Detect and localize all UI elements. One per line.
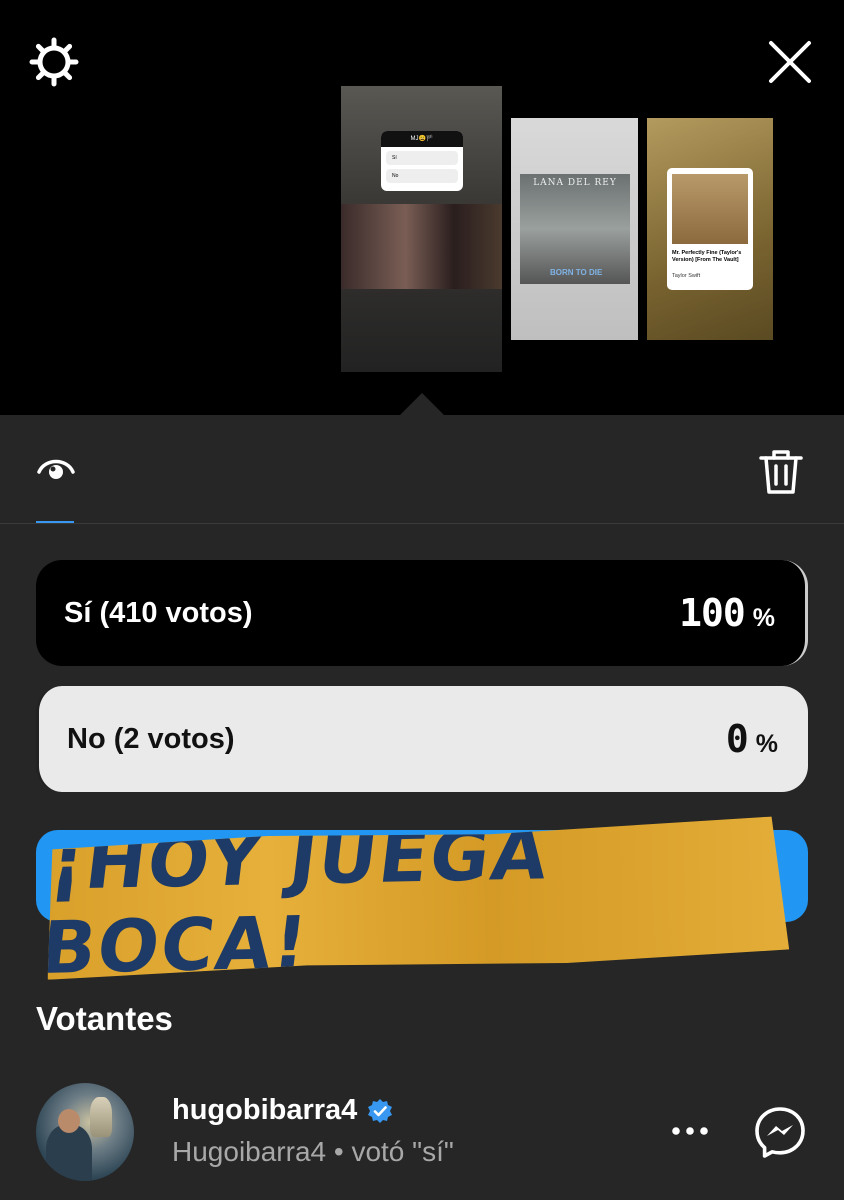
song-artwork: [672, 174, 748, 244]
voter-name-row[interactable]: hugobibarra4: [172, 1094, 393, 1127]
poll-result-yes: Sí (410 votos) 100 %: [36, 560, 808, 666]
mini-poll-option-yes: Sí: [386, 151, 458, 165]
song-title: Mr. Perfectly Fine (Taylor's Version) [F…: [672, 250, 742, 263]
close-icon[interactable]: [762, 34, 818, 90]
story-photo: [341, 204, 502, 289]
avatar-person: [46, 1125, 92, 1181]
selected-story-caret: [400, 393, 444, 415]
poll-option-label: Sí (410 votos): [64, 596, 253, 629]
poll-percent-value: 0: [725, 717, 749, 761]
song-artist: Taylor Swift: [672, 273, 701, 279]
verified-badge-icon: [367, 1098, 393, 1124]
poll-option-label: No (2 votos): [67, 722, 235, 755]
song-card: Mr. Perfectly Fine (Taylor's Version) [F…: [667, 168, 753, 290]
viewers-tab-eye-icon[interactable]: [36, 455, 76, 485]
voters-heading: Votantes: [36, 1000, 173, 1037]
poll-percent-value: 100: [679, 591, 746, 635]
poll-percent: 0 %: [726, 717, 778, 761]
story-thumbnail-poll[interactable]: MJ😩🏴 Sí No: [341, 86, 502, 372]
voter-subtitle: Hugoibarra4 • votó "sí": [172, 1136, 454, 1167]
avatar-head: [58, 1109, 80, 1133]
story-thumbnail-album[interactable]: LANA DEL REY BORN TO DIE: [511, 118, 638, 340]
story-insights-panel: [0, 415, 844, 1200]
poll-percent-sign: %: [755, 730, 778, 758]
poll-result-no: No (2 votos) 0 %: [36, 686, 808, 792]
delete-trash-icon[interactable]: [756, 446, 806, 496]
album-subtitle: BORN TO DIE: [550, 268, 603, 277]
trophy: [90, 1097, 112, 1137]
avatar[interactable]: [36, 1083, 134, 1181]
mini-poll-sticker: MJ😩🏴 Sí No: [381, 131, 463, 191]
story-thumbnail-strip: MJ😩🏴 Sí No LANA DEL REY BORN TO DIE Mr. …: [0, 0, 844, 415]
story-thumbnail-song[interactable]: Mr. Perfectly Fine (Taylor's Version) [F…: [647, 118, 773, 340]
settings-gear-icon[interactable]: [26, 34, 82, 90]
mini-poll-option-no: No: [386, 169, 458, 183]
album-cover: LANA DEL REY BORN TO DIE: [520, 174, 630, 284]
poll-percent-sign: %: [752, 604, 775, 632]
album-title: LANA DEL REY: [533, 178, 617, 188]
tab-divider: [0, 523, 844, 524]
poll-percent: 100 %: [679, 591, 775, 635]
mini-poll-header: MJ😩🏴: [381, 131, 463, 147]
more-options-icon[interactable]: [668, 1116, 712, 1146]
messenger-icon[interactable]: [752, 1104, 808, 1160]
voter-username[interactable]: hugobibarra4: [172, 1094, 357, 1127]
